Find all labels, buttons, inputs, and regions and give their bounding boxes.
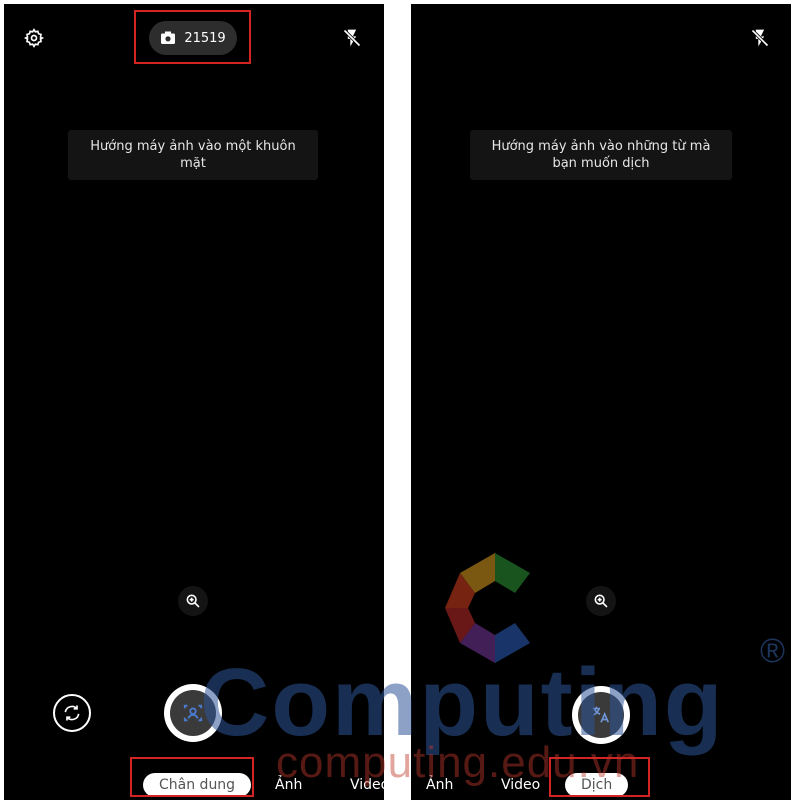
gear-icon xyxy=(24,28,44,48)
flash-off-button-right[interactable] xyxy=(742,20,778,56)
zoom-button-right[interactable] xyxy=(586,586,616,616)
flash-off-icon xyxy=(751,29,769,47)
translate-hint: Hướng máy ảnh vào những từ mà bạn muốn d… xyxy=(470,130,732,180)
settings-button[interactable] xyxy=(16,20,52,56)
watermark-url: computing.edu.vn xyxy=(276,738,640,787)
flash-off-icon xyxy=(343,29,361,47)
highlight-photo-count xyxy=(134,10,251,64)
switch-camera-icon xyxy=(64,705,80,721)
zoom-in-icon xyxy=(594,594,608,608)
switch-camera-button[interactable] xyxy=(53,694,91,732)
flash-off-button[interactable] xyxy=(334,20,370,56)
zoom-in-icon xyxy=(186,594,200,608)
zoom-button[interactable] xyxy=(178,586,208,616)
face-hint: Hướng máy ảnh vào một khuôn mặt xyxy=(68,130,318,180)
watermark-registered: ® xyxy=(760,632,786,670)
highlight-portrait-mode xyxy=(130,757,254,797)
